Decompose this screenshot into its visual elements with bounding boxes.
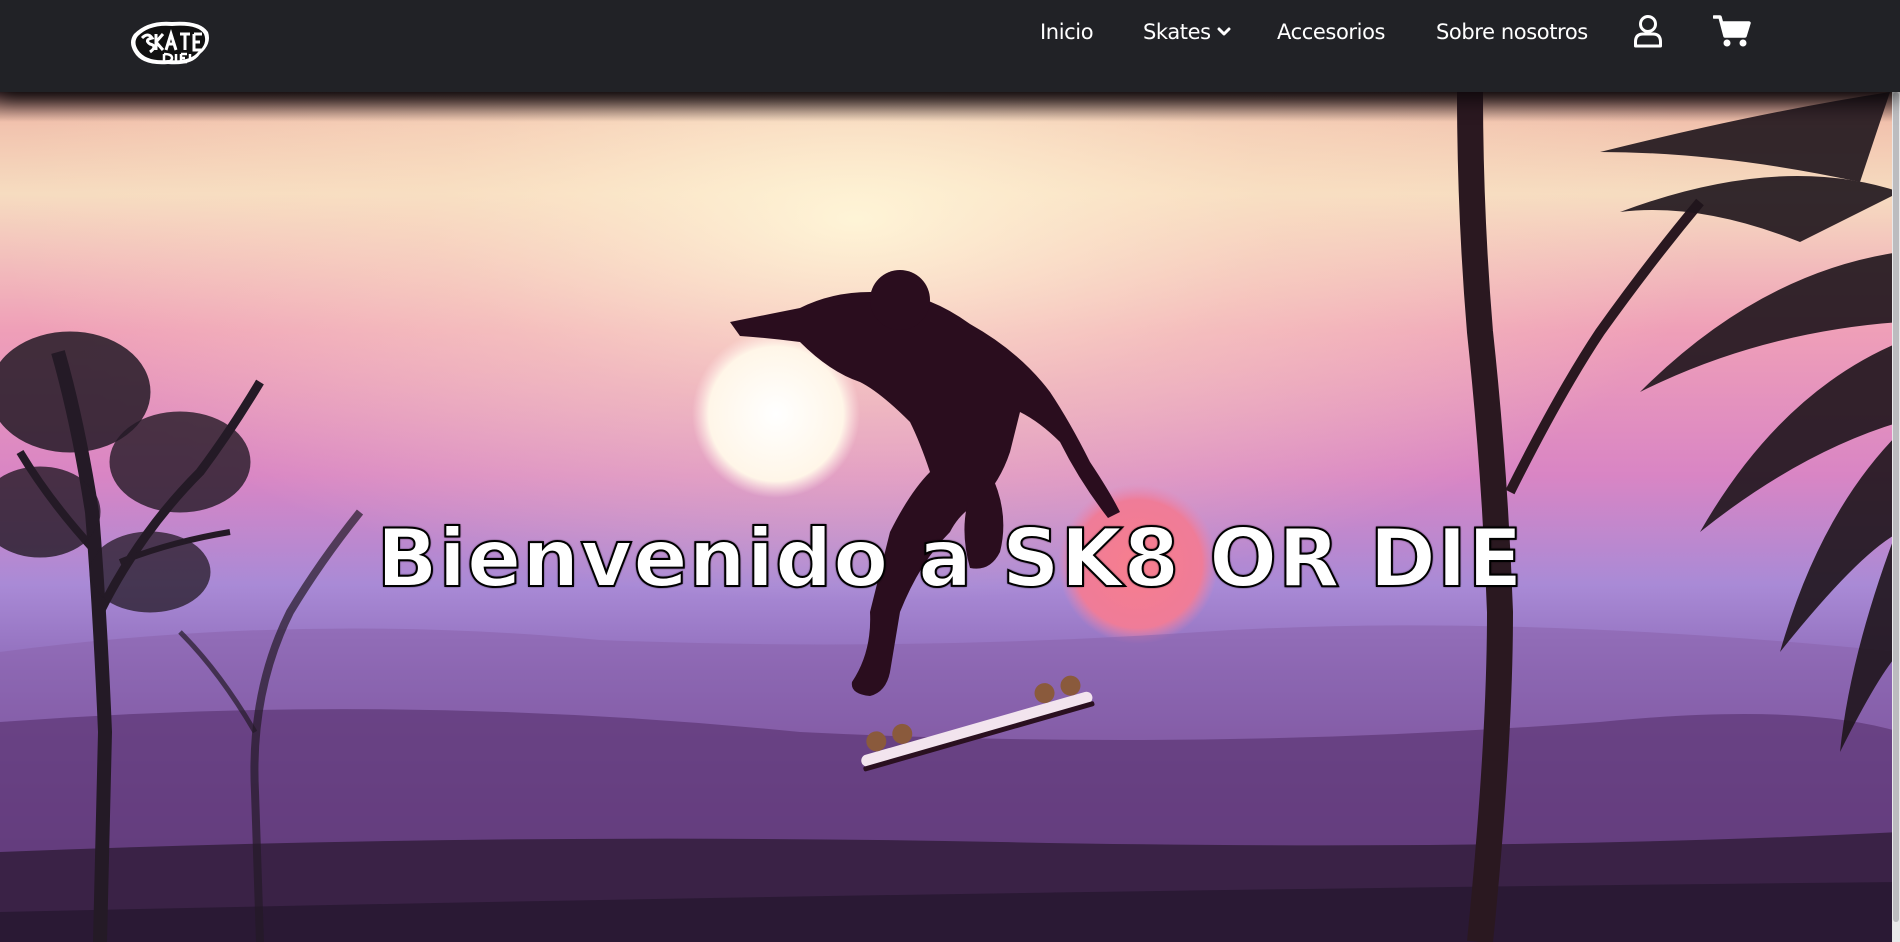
hero-section: Bienvenido a SK8 OR DIE: [0, 92, 1900, 942]
user-account-button[interactable]: [1633, 14, 1663, 48]
top-navbar: Inicio Skates Accesorios Sobre nosotros: [0, 0, 1900, 92]
nav-link-inicio[interactable]: Inicio: [1040, 18, 1094, 46]
user-icon: [1634, 15, 1662, 48]
nav-link-sobre-nosotros-label: Sobre nosotros: [1436, 20, 1588, 44]
skate-or-die-logo-icon: [131, 21, 209, 65]
nav-link-skates[interactable]: Skates: [1143, 18, 1231, 46]
site-logo[interactable]: [128, 14, 212, 72]
nav-link-accesorios-label: Accesorios: [1277, 20, 1386, 44]
nav-link-sobre-nosotros[interactable]: Sobre nosotros: [1436, 18, 1588, 46]
nav-link-skates-label: Skates: [1143, 20, 1211, 44]
shopping-cart-button[interactable]: [1713, 14, 1751, 48]
chevron-down-icon: [1217, 27, 1231, 37]
nav-link-inicio-label: Inicio: [1040, 20, 1094, 44]
cart-icon: [1713, 15, 1751, 47]
nav-link-accesorios[interactable]: Accesorios: [1277, 18, 1385, 46]
hero-title: Bienvenido a SK8 OR DIE: [376, 511, 1524, 606]
